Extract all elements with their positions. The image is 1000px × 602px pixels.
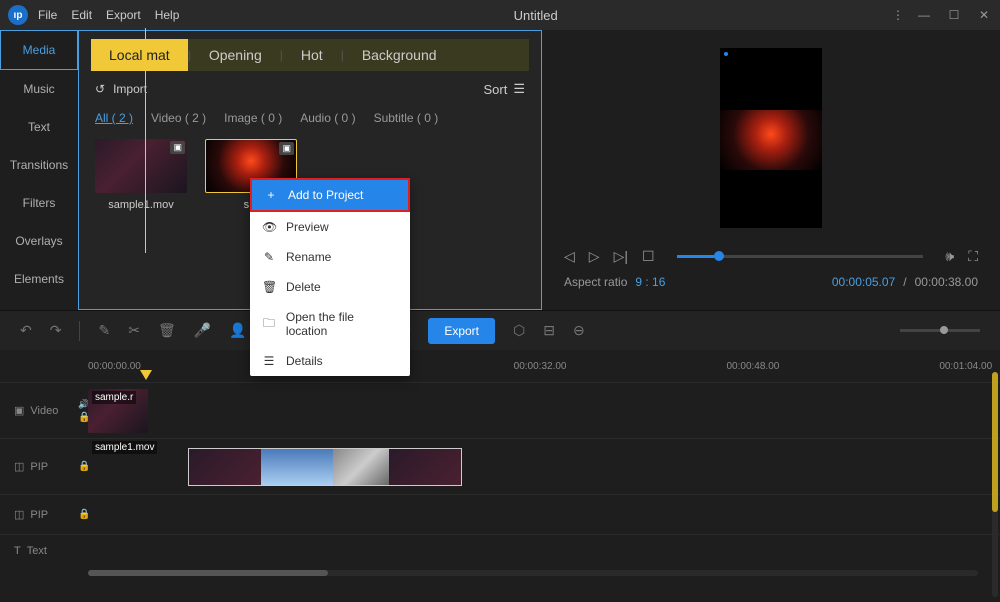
zoom-out-icon[interactable]: ⊖ bbox=[573, 322, 585, 339]
app-icon: ıp bbox=[8, 5, 28, 25]
camera-icon: ▣ bbox=[170, 141, 185, 154]
mic-icon[interactable]: 🎤 bbox=[194, 322, 211, 339]
sidebar-item-music[interactable]: Music bbox=[0, 70, 78, 108]
aspect-label: Aspect ratio bbox=[564, 275, 627, 289]
player-slider[interactable] bbox=[677, 255, 924, 258]
cut-icon[interactable]: ✂ bbox=[128, 322, 140, 339]
vertical-scrollbar[interactable] bbox=[992, 372, 998, 597]
playhead[interactable] bbox=[140, 370, 152, 380]
sidebar-item-media[interactable]: Media bbox=[0, 30, 78, 70]
next-frame-button[interactable]: ▷| bbox=[614, 248, 628, 265]
text-track-icon: T bbox=[14, 545, 21, 557]
lock-icon[interactable]: 🔒 bbox=[78, 509, 90, 520]
video-clip[interactable]: sample.r bbox=[88, 389, 148, 433]
sort-button[interactable]: Sort ☰ bbox=[484, 81, 526, 97]
list-icon: ☰ bbox=[513, 81, 525, 97]
tab-background[interactable]: Background bbox=[344, 39, 455, 71]
filter-subtitle[interactable]: Subtitle ( 0 ) bbox=[374, 111, 439, 125]
tab-opening[interactable]: Opening bbox=[191, 39, 280, 71]
undo-button[interactable]: ↶ bbox=[20, 322, 32, 339]
pip-track-icon: ◫ bbox=[14, 508, 24, 521]
track-pip-2: ◫ PIP 🔒 bbox=[0, 494, 1000, 534]
preview-frame bbox=[720, 110, 822, 170]
import-icon: ↺ bbox=[95, 82, 105, 96]
tab-local[interactable]: Local mat bbox=[91, 39, 188, 71]
import-button[interactable]: ↺ Import bbox=[95, 82, 147, 96]
lock-icon[interactable]: 🔒 bbox=[78, 461, 90, 472]
filter-image[interactable]: Image ( 0 ) bbox=[224, 111, 282, 125]
ctx-delete[interactable]: 🗑 Delete bbox=[250, 272, 410, 302]
thumb-label: sample1.mov bbox=[95, 199, 187, 211]
folder-icon: 🗀 bbox=[262, 314, 276, 335]
more-icon[interactable]: ⋮ bbox=[892, 8, 902, 22]
marker-icon bbox=[724, 52, 728, 56]
tab-hot[interactable]: Hot bbox=[283, 39, 341, 71]
eye-icon: 👁 bbox=[262, 220, 276, 234]
pip-clip[interactable]: sample1.mov bbox=[188, 448, 462, 486]
sidebar: Media Music Text Transitions Filters Ove… bbox=[0, 30, 78, 310]
filter-video[interactable]: Video ( 2 ) bbox=[151, 111, 206, 125]
link-icon[interactable]: ⊟ bbox=[543, 322, 555, 339]
window-title: Untitled bbox=[179, 8, 892, 23]
filter-row: All ( 2 ) Video ( 2 ) Image ( 0 ) Audio … bbox=[91, 107, 529, 135]
menu-export[interactable]: Export bbox=[106, 8, 141, 22]
sidebar-item-transitions[interactable]: Transitions bbox=[0, 146, 78, 184]
aspect-value[interactable]: 9 : 16 bbox=[635, 275, 665, 289]
minimize-button[interactable]: — bbox=[916, 8, 932, 22]
menu-file[interactable]: File bbox=[38, 8, 57, 22]
time-total: 00:00:38.00 bbox=[915, 275, 978, 289]
toolbar: ↶ ↷ ✎ ✂ 🗑 🎤 👤 Speech&Text Converter Expo… bbox=[0, 310, 1000, 350]
menu-edit[interactable]: Edit bbox=[71, 8, 92, 22]
ctx-preview[interactable]: 👁 Preview bbox=[250, 212, 410, 242]
export-button[interactable]: Export bbox=[428, 318, 495, 344]
timeline-scrollbar[interactable] bbox=[88, 570, 978, 576]
play-button[interactable]: ▷ bbox=[589, 248, 600, 265]
menu-bar: File Edit Export Help bbox=[38, 8, 179, 22]
pip-track-icon: ◫ bbox=[14, 460, 24, 473]
zoom-slider[interactable] bbox=[900, 329, 980, 332]
menu-help[interactable]: Help bbox=[155, 8, 180, 22]
media-thumb[interactable]: ▣ sample1.mov bbox=[95, 139, 187, 211]
filter-audio[interactable]: Audio ( 0 ) bbox=[300, 111, 355, 125]
volume-icon[interactable]: 🕪 bbox=[945, 248, 954, 265]
track-video: ▣ Video 🔊 🔒 sample.r bbox=[0, 382, 1000, 438]
stop-button[interactable]: ☐ bbox=[642, 248, 655, 265]
redo-button[interactable]: ↷ bbox=[50, 322, 62, 339]
maximize-button[interactable]: ☐ bbox=[946, 8, 962, 22]
details-icon: ☰ bbox=[262, 354, 276, 368]
close-button[interactable]: ✕ bbox=[976, 8, 992, 22]
delete-icon[interactable]: 🗑 bbox=[158, 322, 176, 339]
sidebar-item-filters[interactable]: Filters bbox=[0, 184, 78, 222]
plus-icon: + bbox=[264, 188, 278, 202]
sidebar-item-text[interactable]: Text bbox=[0, 108, 78, 146]
preview-panel: ◁ ▷ ▷| ☐ 🕪 ⛶ Aspect ratio 9 : 16 00:00:0… bbox=[542, 30, 1000, 310]
ctx-rename[interactable]: ✎ Rename bbox=[250, 242, 410, 272]
fullscreen-icon[interactable]: ⛶ bbox=[968, 248, 978, 265]
playhead-line bbox=[145, 28, 146, 253]
time-current: 00:00:05.07 bbox=[832, 275, 895, 289]
track-pip: ◫ PIP 🔒 sample1.mov bbox=[0, 438, 1000, 494]
trash-icon: 🗑 bbox=[262, 280, 276, 294]
pencil-icon: ✎ bbox=[262, 250, 276, 264]
shield-icon[interactable]: ⬡ bbox=[513, 322, 525, 339]
filter-all[interactable]: All ( 2 ) bbox=[95, 111, 133, 125]
timeline-ruler[interactable]: 00:00:00.00 00:00:16.00 00:00:32.00 00:0… bbox=[0, 350, 1000, 382]
ctx-add-to-project[interactable]: + Add to Project bbox=[250, 178, 410, 212]
video-track-icon: ▣ bbox=[14, 404, 24, 417]
prev-frame-button[interactable]: ◁ bbox=[564, 248, 575, 265]
edit-icon[interactable]: ✎ bbox=[98, 322, 110, 339]
ctx-details[interactable]: ☰ Details bbox=[250, 346, 410, 376]
sidebar-item-elements[interactable]: Elements bbox=[0, 260, 78, 298]
tab-row: Local mat | Opening | Hot | Background bbox=[91, 39, 529, 71]
track-text: T Text bbox=[0, 534, 1000, 566]
context-menu: + Add to Project 👁 Preview ✎ Rename 🗑 De… bbox=[250, 178, 410, 376]
sidebar-item-overlays[interactable]: Overlays bbox=[0, 222, 78, 260]
ctx-open-location[interactable]: 🗀 Open the file location bbox=[250, 302, 410, 346]
person-icon[interactable]: 👤 bbox=[229, 322, 246, 339]
camera-icon: ▣ bbox=[279, 142, 294, 155]
preview-video[interactable] bbox=[720, 48, 822, 228]
